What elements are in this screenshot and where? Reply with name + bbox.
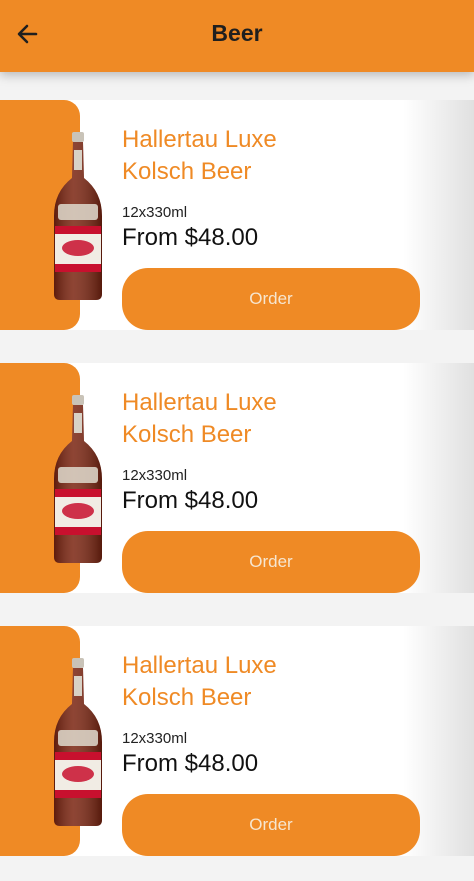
product-name-line2: Kolsch Beer <box>122 421 252 448</box>
product-name: Hallertau Luxe Kolsch Beer <box>122 387 442 451</box>
product-name-line1: Hallertau Luxe <box>122 126 277 153</box>
product-size: 12x330ml <box>122 730 188 747</box>
product-card[interactable]: Hallertau Luxe Kolsch Beer 12x330ml From… <box>0 100 474 330</box>
order-button[interactable]: Order <box>122 794 420 856</box>
product-name-line2: Kolsch Beer <box>122 684 252 711</box>
product-price: From $48.00 <box>122 224 259 251</box>
product-name-line1: Hallertau Luxe <box>122 389 277 416</box>
beer-bottle-image <box>54 132 102 300</box>
product-name-line2: Kolsch Beer <box>122 158 252 185</box>
app-bar: Beer <box>0 0 474 72</box>
page-title: Beer <box>211 20 263 46</box>
product-name-line1: Hallertau Luxe <box>122 652 277 679</box>
product-card[interactable]: Hallertau Luxe Kolsch Beer 12x330ml From… <box>0 626 474 856</box>
order-button[interactable]: Order <box>122 268 420 330</box>
beer-bottle-image <box>54 395 102 563</box>
product-price: From $48.00 <box>122 487 259 514</box>
product-price: From $48.00 <box>122 750 259 777</box>
product-size: 12x330ml <box>122 467 188 484</box>
product-size: 12x330ml <box>122 204 188 221</box>
product-name: Hallertau Luxe Kolsch Beer <box>122 650 442 714</box>
beer-bottle-image <box>54 658 102 826</box>
product-name: Hallertau Luxe Kolsch Beer <box>122 124 442 188</box>
order-button[interactable]: Order <box>122 531 420 593</box>
product-card[interactable]: Hallertau Luxe Kolsch Beer 12x330ml From… <box>0 363 474 593</box>
